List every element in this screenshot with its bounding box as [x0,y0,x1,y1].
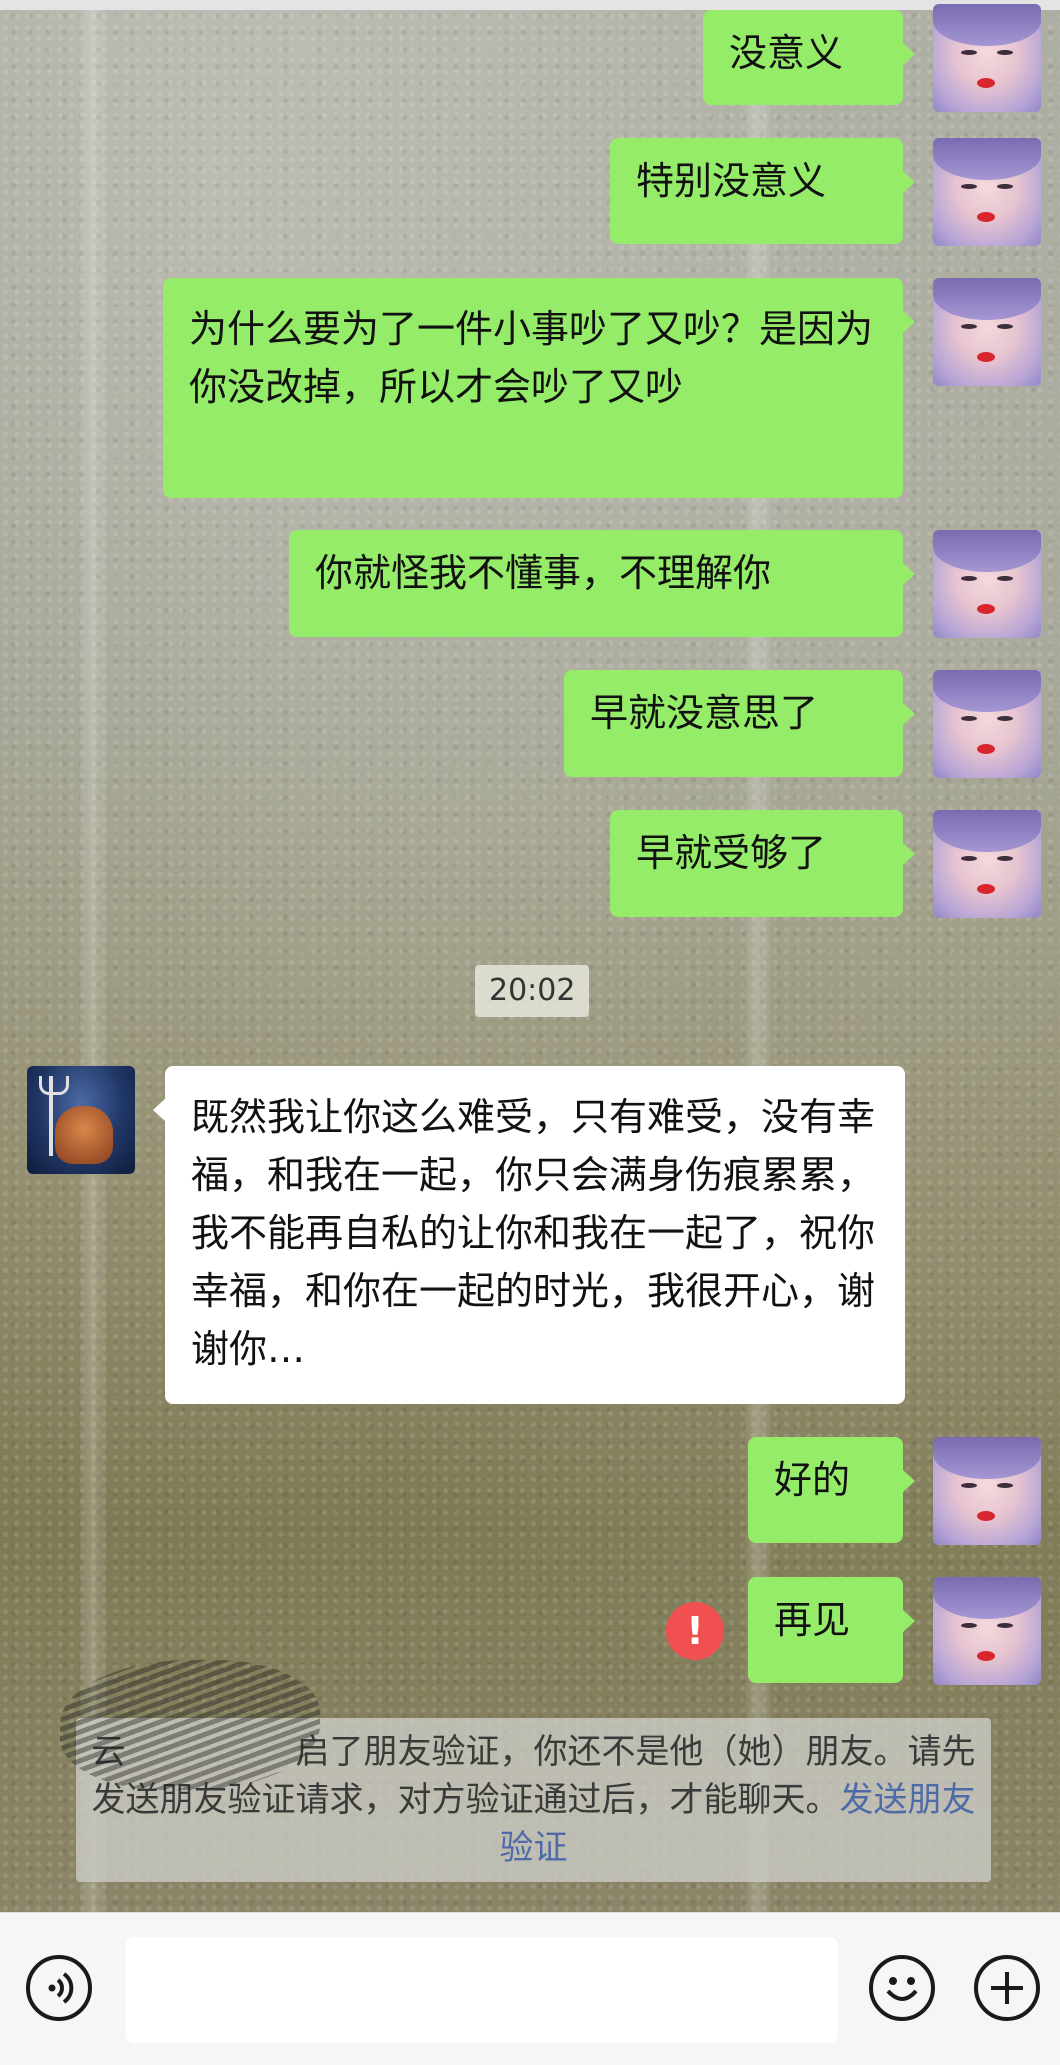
message-text: 既然我让你这么难受，只有难受，没有幸福，和我在一起，你只会满身伤痕累累，我不能再… [191,1095,876,1371]
redaction-scribble [60,1660,320,1790]
message-text: 你就怪我不懂事，不理解你 [315,551,772,595]
background-streak [80,0,106,1912]
voice-icon [48,1972,74,2004]
message-text: 好的 [774,1458,851,1502]
timestamp: 20:02 [475,965,590,1017]
sent-message-bubble[interactable]: 你就怪我不懂事，不理解你 [289,530,915,637]
sent-message-bubble[interactable]: 早就受够了 [610,810,915,917]
message-text: 为什么要为了一件小事吵了又吵？是因为你没改掉，所以才会吵了又吵 [189,307,874,409]
my-avatar[interactable] [933,670,1041,778]
voice-button[interactable] [26,1955,92,2021]
send-failed-icon[interactable]: ! [666,1602,724,1660]
emoji-icon [886,1977,918,2001]
my-avatar[interactable] [933,810,1041,918]
message-text: 早就受够了 [636,831,827,875]
plus-button[interactable] [974,1955,1040,2021]
sent-message-bubble[interactable]: 为什么要为了一件小事吵了又吵？是因为你没改掉，所以才会吵了又吵 [163,278,915,498]
sent-message-bubble[interactable]: 特别没意义 [610,138,915,244]
received-message-bubble[interactable]: 既然我让你这么难受，只有难受，没有幸福，和我在一起，你只会满身伤痕累累，我不能再… [153,1066,905,1404]
sent-message-bubble[interactable]: 好的 [748,1437,915,1543]
message-text: 早就没意思了 [590,691,819,735]
input-bar [0,1912,1060,2065]
my-avatar[interactable] [933,1577,1041,1685]
message-text: 特别没意义 [636,159,827,203]
plus-icon [991,1972,1023,2004]
top-edge [0,0,1060,10]
sent-message-bubble[interactable]: 没意义 [703,10,915,105]
contact-avatar[interactable] [27,1066,135,1174]
my-avatar[interactable] [933,1437,1041,1545]
my-avatar[interactable] [933,4,1041,112]
message-text: 没意义 [729,31,844,75]
message-input[interactable] [126,1937,838,2043]
my-avatar[interactable] [933,530,1041,638]
emoji-button[interactable] [869,1955,935,2021]
sent-message-bubble[interactable]: 再见 [748,1577,915,1683]
my-avatar[interactable] [933,138,1041,246]
my-avatar[interactable] [933,278,1041,386]
message-text: 再见 [774,1598,851,1642]
sent-message-bubble[interactable]: 早就没意思了 [564,670,915,777]
